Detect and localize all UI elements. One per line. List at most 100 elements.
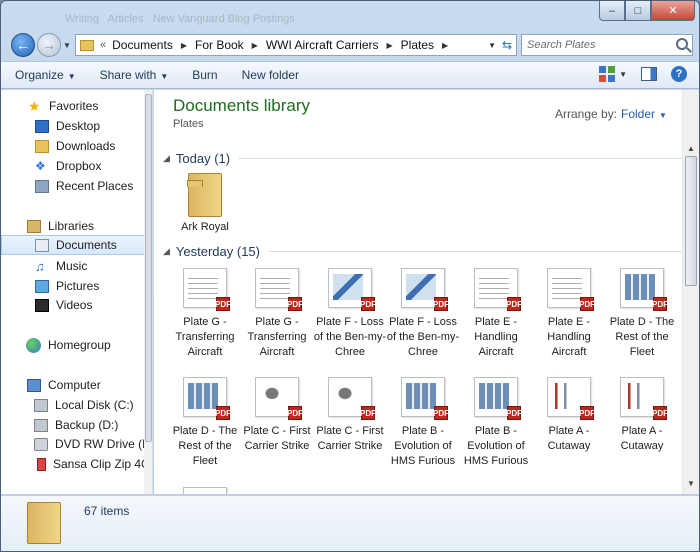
computer-icon <box>27 378 41 392</box>
navigation-scrollbar[interactable] <box>144 90 152 494</box>
file-tile[interactable]: PDF Plate F - Loss of the Ben-my-Chree <box>387 268 459 360</box>
libraries-icon <box>27 219 41 233</box>
nav-desktop[interactable]: Desktop <box>1 116 152 136</box>
view-controls: ▼ ? <box>599 66 687 82</box>
file-tile[interactable]: PDF Plate B - Evolution of HMS Furious <box>460 377 532 469</box>
share-with-button[interactable]: Share with ▼ <box>100 68 169 82</box>
file-tile[interactable]: PDF Plate A - Cutaway <box>606 377 678 454</box>
file-tile[interactable]: PDF Plate C - First Carrier Strike <box>241 377 313 454</box>
nav-label: Videos <box>56 298 93 312</box>
arrange-by-label: Arrange by: <box>555 107 618 121</box>
file-tile[interactable]: PDF Plate G - Transferring Aircraft <box>169 268 241 360</box>
title-bar: Writing Articles New Vanguard Blog Posti… <box>1 1 699 29</box>
file-caption: Plate E - Handling Aircraft <box>547 316 591 358</box>
thumbnail-preview <box>333 383 363 409</box>
breadcrumb-documents[interactable]: Documents <box>112 38 173 52</box>
pdf-thumbnail-icon: PDF <box>255 377 303 420</box>
forward-button[interactable]: → <box>37 33 61 57</box>
file-caption: Plate E - Handling Aircraft <box>474 316 518 358</box>
file-tile[interactable]: PDF Plate F - Loss of the Ben-my-Chree <box>314 268 386 360</box>
thumbnail-preview <box>188 274 218 300</box>
nav-pictures[interactable]: Pictures <box>1 276 152 296</box>
nav-dvd-drive[interactable]: DVD RW Drive (E <box>1 434 152 454</box>
nav-documents[interactable]: Documents <box>1 235 152 255</box>
breadcrumb-separator-icon[interactable]: ▶ <box>252 41 258 50</box>
file-tile[interactable]: PDF Plate G - Transferring Aircraft <box>241 268 313 360</box>
burn-button[interactable]: Burn <box>192 68 217 82</box>
scrollbar-thumb[interactable] <box>145 94 152 442</box>
help-icon[interactable]: ? <box>671 66 687 82</box>
pdf-badge-icon: PDF <box>652 297 668 311</box>
nav-label: DVD RW Drive (E <box>55 437 151 451</box>
back-button[interactable]: ← <box>11 33 35 57</box>
breadcrumb-plates[interactable]: Plates <box>401 38 434 52</box>
nav-dropbox[interactable]: ❖ Dropbox <box>1 156 152 176</box>
breadcrumb-separator-icon[interactable]: ▶ <box>387 41 393 50</box>
nav-backup[interactable]: Backup (D:) <box>1 415 152 435</box>
group-header-today[interactable]: ◢ Today (1) <box>163 150 683 166</box>
pdf-badge-icon: PDF <box>433 406 449 420</box>
nav-music[interactable]: ♫ Music <box>1 256 152 276</box>
scroll-down-icon[interactable]: ▼ <box>687 479 695 488</box>
chevron-down-icon[interactable]: ▼ <box>619 70 627 79</box>
scrollbar-thumb[interactable] <box>685 156 697 286</box>
nav-recent-places[interactable]: Recent Places <box>1 176 152 196</box>
address-bar[interactable]: « Documents ▶ For Book ▶ WWI Aircraft Ca… <box>75 34 517 56</box>
arrange-by-value: Folder <box>621 107 656 121</box>
file-tile[interactable]: PDF Plate E - Handling Aircraft <box>460 268 532 360</box>
nav-videos[interactable]: Videos <box>1 295 152 315</box>
nav-favorites[interactable]: ★ Favorites <box>1 96 152 116</box>
file-tile[interactable]: PDF Plate D - The Rest of the Fleet <box>606 268 678 360</box>
folder-tile[interactable]: Ark Royal <box>169 173 241 235</box>
documents-icon <box>35 238 49 252</box>
nav-libraries[interactable]: Libraries <box>1 216 152 236</box>
search-input[interactable] <box>527 39 667 51</box>
breadcrumb-separator-icon[interactable]: ▶ <box>442 41 448 50</box>
pdf-thumbnail-icon: PDF <box>620 268 668 311</box>
breadcrumb-wwi-aircraft-carriers[interactable]: WWI Aircraft Carriers <box>266 38 379 52</box>
new-folder-button[interactable]: New folder <box>242 68 299 82</box>
forward-arrow-icon: → <box>42 37 56 53</box>
pdf-thumbnail-icon: PDF <box>547 377 595 420</box>
nav-homegroup[interactable]: Homegroup <box>1 335 152 355</box>
close-button[interactable]: ✕ <box>651 1 695 21</box>
file-caption: Plate A - Cutaway <box>620 425 664 452</box>
file-tile[interactable]: PDF Plate D - The Rest of the Fleet <box>169 377 241 469</box>
nav-label: Computer <box>48 378 101 392</box>
nav-computer[interactable]: Computer <box>1 375 152 395</box>
change-view-icon[interactable] <box>599 66 616 82</box>
explorer-window: Writing Articles New Vanguard Blog Posti… <box>0 0 700 552</box>
pdf-badge-icon: PDF <box>360 297 376 311</box>
organize-button[interactable]: Organize ▼ <box>15 68 76 82</box>
search-icon[interactable] <box>676 38 688 50</box>
hard-disk-icon <box>34 398 48 412</box>
file-caption: Plate B - Evolution of HMS Furious <box>463 425 529 467</box>
search-box[interactable] <box>521 34 693 56</box>
nav-label: Recent Places <box>56 179 134 193</box>
refresh-icon[interactable]: ⇆ <box>502 38 512 52</box>
address-dropdown-icon[interactable]: ▼ <box>488 41 496 50</box>
file-view-scrollbar[interactable]: ▲ ▼ <box>682 90 699 494</box>
file-caption: Plate F - Loss of the Ben-my-Chree <box>386 316 460 358</box>
file-tile[interactable]: PDF Plate E - Handling Aircraft <box>533 268 605 360</box>
recent-pages-dropdown[interactable]: ▼ <box>63 41 71 50</box>
arrange-by-dropdown[interactable]: Folder ▼ <box>621 107 667 121</box>
music-icon: ♫ <box>35 258 45 274</box>
scroll-up-icon[interactable]: ▲ <box>687 144 695 153</box>
file-tile[interactable]: PDF Plate C - First Carrier Strike <box>314 377 386 454</box>
breadcrumb-for-book[interactable]: For Book <box>195 38 244 52</box>
nav-downloads[interactable]: Downloads <box>1 136 152 156</box>
maximize-button[interactable]: □ <box>625 1 651 21</box>
nav-sansa-clip[interactable]: Sansa Clip Zip 4G <box>1 454 152 474</box>
star-icon: ★ <box>28 97 41 114</box>
breadcrumb-separator-icon[interactable]: ▶ <box>181 41 187 50</box>
file-tile[interactable]: PDF Plate A - Cutaway <box>533 377 605 454</box>
group-header-yesterday[interactable]: ◢ Yesterday (15) <box>163 243 683 259</box>
preview-pane-icon[interactable] <box>641 67 657 81</box>
file-tile-partial[interactable] <box>169 487 241 494</box>
folder-icon <box>80 39 94 51</box>
nav-local-disk[interactable]: Local Disk (C:) <box>1 395 152 415</box>
minimize-button[interactable]: – <box>599 1 625 21</box>
file-tile[interactable]: PDF Plate B - Evolution of HMS Furious <box>387 377 459 469</box>
address-overflow-chevron[interactable]: « <box>100 39 106 51</box>
